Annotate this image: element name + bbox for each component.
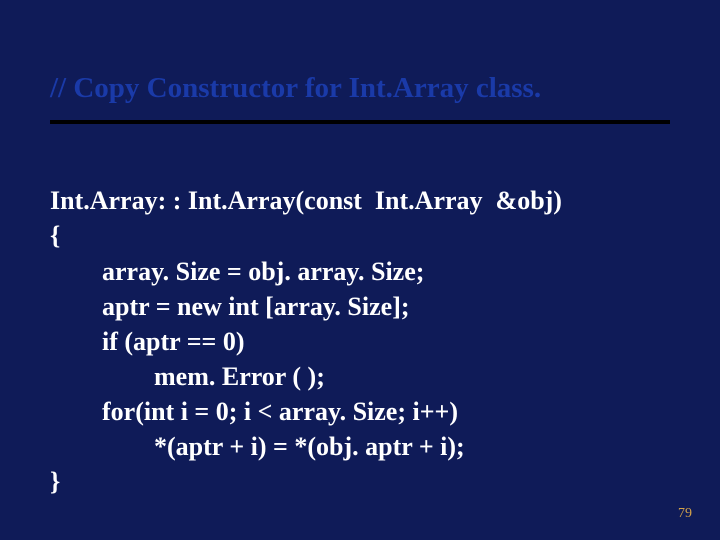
code-line: for(int i = 0; i < array. Size; i++) xyxy=(50,397,458,426)
code-line: } xyxy=(50,467,60,496)
code-line: if (aptr == 0) xyxy=(50,327,245,356)
code-line: { xyxy=(50,221,60,250)
slide: // Copy Constructor for Int.Array class.… xyxy=(0,0,720,540)
code-block: Int.Array: : Int.Array(const Int.Array &… xyxy=(50,148,670,499)
code-line: *(aptr + i) = *(obj. aptr + i); xyxy=(50,432,465,461)
code-line: mem. Error ( ); xyxy=(50,362,325,391)
code-line: Int.Array: : Int.Array(const Int.Array &… xyxy=(50,186,562,215)
page-number: 79 xyxy=(678,506,692,522)
code-line: aptr = new int [array. Size]; xyxy=(50,292,410,321)
code-line: array. Size = obj. array. Size; xyxy=(50,257,424,286)
slide-title: // Copy Constructor for Int.Array class. xyxy=(50,70,670,106)
title-divider xyxy=(50,120,670,124)
